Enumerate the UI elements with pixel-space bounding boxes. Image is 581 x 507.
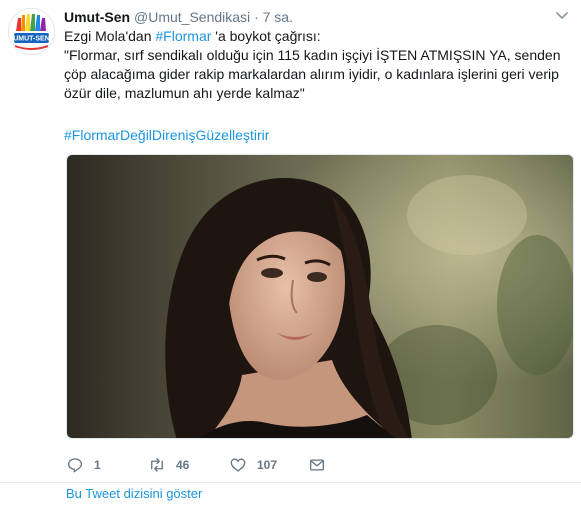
show-thread-link[interactable]: Bu Tweet dizisini göster: [66, 486, 202, 501]
more-options-button[interactable]: [553, 6, 571, 24]
retweet-count: 46: [176, 458, 190, 472]
tweet-card[interactable]: UMUT-SEN Umut-Sen @Umut_Sendikasi · 7 sa…: [0, 0, 581, 483]
handle[interactable]: @Umut_Sendikasi: [134, 9, 250, 25]
tweet-header: Umut-Sen @Umut_Sendikasi · 7 sa.: [64, 8, 293, 26]
intro-prefix: Ezgi Mola'dan: [64, 28, 156, 44]
retweet-button[interactable]: 46: [148, 455, 189, 475]
tweet-line-intro: Ezgi Mola'dan #Flormar 'a boykot çağrısı…: [64, 27, 569, 46]
tweet-photo[interactable]: [66, 154, 574, 439]
reply-count: 1: [94, 458, 101, 472]
direct-message-button[interactable]: [308, 455, 326, 475]
hashtag-line: #FlormarDeğilDirenişGüzelleştirir: [64, 126, 269, 145]
intro-suffix: 'a boykot çağrısı:: [211, 28, 321, 44]
display-name[interactable]: Umut-Sen: [64, 9, 130, 25]
avatar[interactable]: UMUT-SEN: [8, 8, 55, 55]
tweet-text: Ezgi Mola'dan #Flormar 'a boykot çağrısı…: [64, 27, 569, 103]
timestamp[interactable]: 7 sa.: [263, 9, 293, 25]
reply-button[interactable]: 1: [66, 455, 101, 475]
hashtag-direnis[interactable]: #FlormarDeğilDirenişGüzelleştirir: [64, 127, 269, 143]
separator: ·: [254, 9, 259, 25]
hashtag-flormar[interactable]: #Flormar: [155, 28, 211, 44]
umut-sen-logo: UMUT-SEN: [9, 9, 54, 54]
message-icon: [309, 459, 325, 471]
like-button[interactable]: 107: [229, 455, 277, 475]
reply-icon: [67, 458, 83, 473]
chevron-down-icon: [556, 12, 568, 19]
portrait-photo: [67, 155, 573, 438]
like-icon: [230, 458, 246, 472]
like-count: 107: [257, 458, 278, 472]
retweet-icon: [151, 458, 163, 472]
svg-text:UMUT-SEN: UMUT-SEN: [13, 36, 50, 43]
tweet-quote: "Flormar, sırf sendikalı olduğu için 115…: [64, 47, 561, 101]
